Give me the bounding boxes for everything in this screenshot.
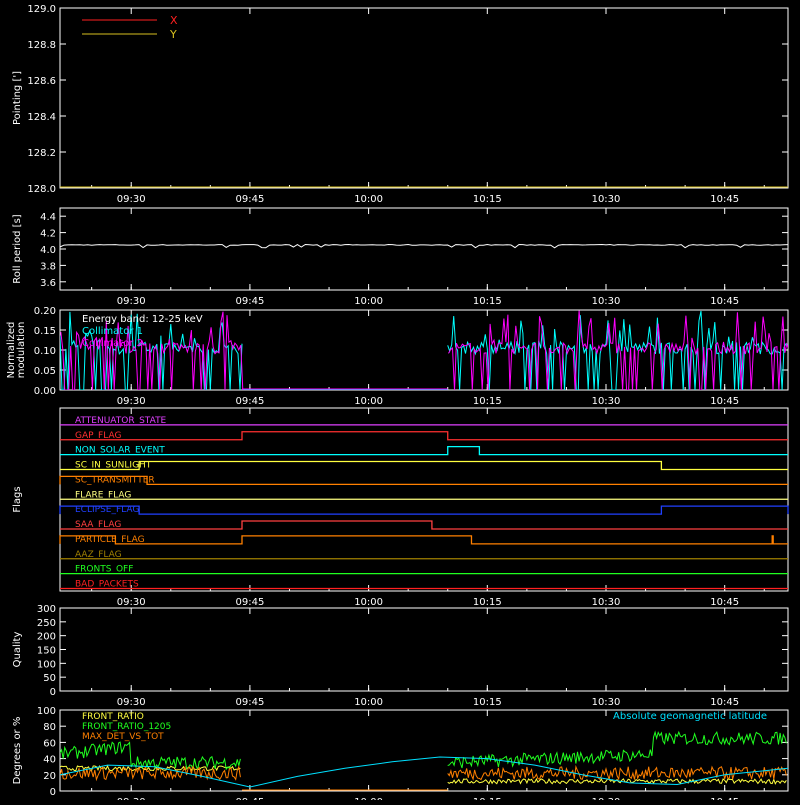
y-tick-label: 4.4	[40, 212, 56, 223]
x-tick-label: 09:30	[117, 296, 146, 307]
y-tick-label: 50	[43, 673, 56, 684]
y-axis-label: modulation	[16, 322, 27, 379]
x-tick-label: 09:30	[117, 697, 146, 708]
x-tick-label: 10:45	[710, 296, 739, 307]
y-axis-label: Roll period [s]	[12, 214, 23, 283]
x-tick-label: 10:15	[473, 296, 502, 307]
y-tick-label: 4.0	[40, 245, 56, 256]
y-tick-label: 128.8	[27, 40, 56, 51]
hessi-observing-summary: 09:30 09:45 10:00 10:15 10:30 10:45 128.0 128.2…	[0, 0, 800, 805]
x-tick-label: 10:45	[710, 597, 739, 608]
y-tick-label: 0.20	[34, 306, 56, 317]
y-tick-label: 0.10	[34, 346, 56, 357]
y-tick-label: 0.15	[34, 326, 56, 337]
x-tick-label: 10:30	[592, 697, 621, 708]
flag-label: GAP_FLAG	[75, 431, 121, 441]
x-tick-label: 10:45	[710, 697, 739, 708]
flag-label: ECLIPSE_FLAG	[75, 505, 139, 515]
y-tick-label: 300	[37, 604, 56, 615]
legend-label: X	[170, 14, 178, 27]
x-tick-label: 10:45	[710, 194, 739, 205]
y-tick-label: 80	[43, 722, 56, 733]
x-tick-label: 10:30	[592, 396, 621, 407]
x-tick-label: 10:00	[354, 296, 383, 307]
x-tick-label: 10:15	[473, 697, 502, 708]
flag-label: SC_TRANSMITTER	[75, 475, 155, 485]
flag-label: FLARE_FLAG	[75, 490, 131, 500]
x-tick-label: 09:30	[117, 194, 146, 205]
x-tick-label: 10:00	[354, 396, 383, 407]
y-tick-label: 4.2	[40, 229, 56, 240]
x-tick-label: 09:30	[117, 396, 146, 407]
y-tick-label: 150	[37, 646, 56, 657]
legend-label: FRONT_RATIO	[82, 712, 144, 722]
x-tick-label: 09:45	[235, 396, 264, 407]
x-tick-label: 10:00	[354, 194, 383, 205]
flag-label: SC_IN_SUNLIGHT	[75, 461, 152, 471]
legend-label: Collimator 2	[82, 338, 143, 349]
flag-label: BAD_PACKETS	[75, 580, 139, 590]
x-tick-label: 09:45	[235, 194, 264, 205]
legend-label: Y	[169, 28, 177, 41]
legend-label: Collimator 1	[82, 326, 143, 337]
y-tick-label: 128.0	[27, 184, 56, 195]
flag-label: SAA_FLAG	[75, 520, 121, 530]
y-tick-label: 0.00	[34, 386, 56, 397]
x-tick-label: 10:00	[354, 597, 383, 608]
x-tick-label: 10:15	[473, 396, 502, 407]
y-axis-label: Flags	[12, 486, 23, 512]
y-tick-label: 0	[50, 787, 56, 798]
y-tick-label: 20	[43, 771, 56, 782]
y-tick-label: 128.4	[27, 112, 56, 123]
x-tick-label: 10:15	[473, 597, 502, 608]
legend-label: MAX_DET_VS_TOT	[82, 732, 164, 742]
y-tick-label: 0.05	[34, 366, 56, 377]
legend-label: Absolute geomagnetic latitude	[613, 711, 767, 722]
y-tick-label: 250	[37, 618, 56, 629]
energy-band-label: Energy band: 12-25 keV	[82, 314, 203, 325]
y-axis-label: Pointing [']	[12, 71, 23, 125]
y-tick-label: 40	[43, 755, 56, 766]
flag-label: NON_SOLAR_EVENT	[75, 446, 165, 456]
x-tick-label: 10:00	[354, 697, 383, 708]
x-tick-label: 10:30	[592, 194, 621, 205]
x-tick-label: 09:30	[117, 597, 146, 608]
x-tick-label: 10:30	[592, 296, 621, 307]
y-tick-label: 128.6	[27, 76, 56, 87]
observing-summary-plot: 09:30 09:45 10:00 10:15 10:30 10:45 128.0 128.2…	[0, 0, 800, 805]
x-tick-label: 09:45	[235, 597, 264, 608]
y-axis-label: Quality	[12, 632, 23, 668]
flag-label: AAZ_FLAG	[75, 550, 122, 560]
y-tick-label: 100	[37, 659, 56, 670]
x-tick-label: 09:45	[235, 296, 264, 307]
flag-label: ATTENUATOR_STATE	[75, 416, 167, 426]
legend-label: FRONT_RATIO_1205	[82, 722, 171, 732]
y-tick-label: 200	[37, 632, 56, 643]
x-tick-label: 10:45	[710, 396, 739, 407]
y-tick-label: 3.6	[40, 278, 56, 289]
x-tick-label: 10:15	[473, 194, 502, 205]
x-tick-label: 10:30	[592, 597, 621, 608]
y-tick-label: 3.8	[40, 261, 56, 272]
y-tick-label: 0	[50, 687, 56, 698]
y-axis-label: Degrees or %	[12, 717, 23, 785]
y-tick-label: 129.0	[27, 4, 56, 15]
y-tick-label: 128.2	[27, 148, 56, 159]
y-tick-label: 100	[37, 706, 56, 717]
y-tick-label: 60	[43, 738, 56, 749]
x-tick-label: 09:45	[235, 697, 264, 708]
flag-label: FRONTS_OFF	[75, 565, 133, 575]
flag-label: PARTICLE_FLAG	[75, 535, 145, 545]
